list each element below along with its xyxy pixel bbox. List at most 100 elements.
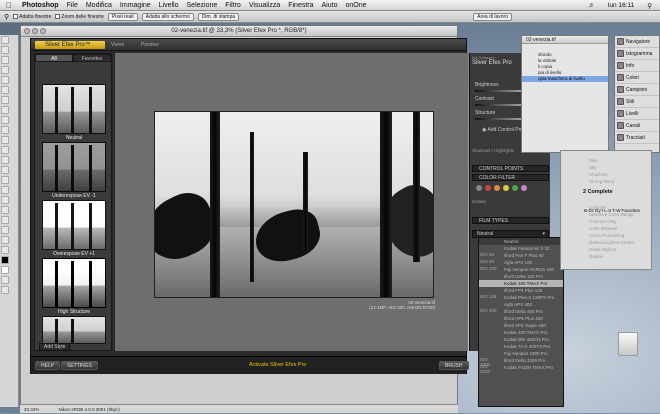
panel-styles[interactable]: Stili [615,96,659,108]
fit-windows-checkbox[interactable]: Adatta finestre [13,14,51,20]
panel-swatches[interactable]: Campioni [615,84,659,96]
healing-tool-icon[interactable] [1,96,9,104]
filter-pink-icon[interactable] [521,185,527,191]
list-item[interactable]: Kodak Panatomic X 32 [479,245,563,252]
layer-row-selected[interactable]: opia maschera di livello [522,76,608,82]
notes-tool-icon[interactable] [1,216,9,224]
filter-green-icon[interactable] [512,185,518,191]
tab-t-w[interactable]: T-W [612,208,620,215]
zoom-windows-checkbox[interactable]: Zoom delle finestre [55,14,104,20]
menu-select[interactable]: Selezione [183,2,222,9]
actual-pixels-button[interactable]: Pixel reali [107,12,138,21]
apple-icon[interactable]:  [0,1,18,10]
background-color-icon[interactable] [1,266,9,274]
panel-navigator[interactable]: Navigatore [615,36,659,48]
menu-layer[interactable]: Livello [155,2,183,9]
preview-label[interactable]: Preview [141,42,159,48]
volume-icon[interactable]: ♬ [584,2,599,9]
filter-neutral-icon[interactable] [476,185,482,191]
list-item[interactable]: Detail Stylizer [561,246,651,253]
foreground-color-icon[interactable] [1,256,9,264]
section-color-filter[interactable]: COLOR FILTER [472,174,549,181]
wand-tool-icon[interactable] [1,66,9,74]
menu-app[interactable]: Photoshop [18,2,63,9]
panel-info[interactable]: Info [615,60,659,72]
menu-window[interactable]: Finestra [284,2,317,9]
blur-tool-icon[interactable] [1,156,9,164]
screen-mode-icon[interactable] [1,286,9,294]
zoom-readout[interactable]: 33.33% [24,407,39,412]
menu-edit[interactable]: Modifica [82,2,116,9]
print-size-button[interactable]: Dim. di stampa [197,12,240,21]
add-style-button[interactable]: Add Style [39,343,71,351]
panel-channels[interactable]: Canali [615,120,659,132]
quick-mask-icon[interactable] [1,276,9,284]
section-control-points[interactable]: CONTROL POINTS [472,165,549,172]
eraser-tool-icon[interactable] [1,136,9,144]
tab-b-dc[interactable]: B-Dc [584,208,594,215]
close-window-icon[interactable] [24,28,30,34]
list-item[interactable]: Shadows [561,171,651,178]
activate-link[interactable]: Activate Silver Efex Pro [249,360,306,371]
move-tool-icon[interactable] [1,36,9,44]
views-label[interactable]: Views [111,42,124,48]
fit-screen-button[interactable]: Adatta allo schermo [141,12,194,21]
document-title-bar[interactable]: 02-venezia.tif @ 33,3% (Silver Efex Pro … [21,26,457,37]
dodge-tool-icon[interactable] [1,166,9,174]
preset-item-underexpose[interactable]: Underexpose EV -1 [42,142,106,199]
preview-image[interactable] [154,111,434,298]
workspace-button[interactable]: Area di lavoro [473,12,513,21]
section-film-types[interactable]: FILM TYPES [472,217,549,224]
list-item[interactable]: Skin [561,157,651,164]
preset-item-partial[interactable] [42,316,106,344]
list-item[interactable]: Darken/Lighten Center [561,239,651,246]
lasso-tool-icon[interactable] [1,56,9,64]
history-brush-icon[interactable] [1,126,9,134]
list-item[interactable]: Sky [561,164,651,171]
list-item[interactable]: Contrast Only [561,218,651,225]
menu-onone[interactable]: onOne [341,2,370,9]
zoom-tool-icon[interactable] [1,246,9,254]
list-item[interactable]: Neutral [479,238,563,245]
preset-item-high-structure[interactable]: High Structure [42,258,106,315]
menu-view[interactable]: Visualizza [245,2,284,9]
marquee-tool-icon[interactable] [1,46,9,54]
eyedropper-icon[interactable] [1,226,9,234]
filter-orange-icon[interactable] [494,185,500,191]
menu-filter[interactable]: Filtro [221,2,245,9]
hand-tool-icon[interactable] [1,236,9,244]
list-item[interactable]: Strong Neon [561,178,651,185]
shape-tool-icon[interactable] [1,206,9,214]
tab-all[interactable]: All [35,54,73,62]
filter-yellow-icon[interactable] [503,185,509,191]
menu-help[interactable]: Aiuto [318,2,342,9]
panel-layers[interactable]: Livelli [615,108,659,120]
list-item[interactable]: Color Balance [561,225,651,232]
panel-color[interactable]: Colori [615,72,659,84]
slice-tool-icon[interactable] [1,86,9,94]
preset-item-neutral[interactable]: Neutral [42,84,106,141]
tab-favorites[interactable]: Favorites [622,208,641,215]
tab-favorites[interactable]: Favorites [73,54,111,62]
settings-button[interactable]: SETTINGS [61,361,99,370]
filter-red-icon[interactable] [485,185,491,191]
stamp-tool-icon[interactable] [1,116,9,124]
help-button[interactable]: HELP [35,361,61,370]
brush-button[interactable]: BRUSH [439,361,469,370]
list-item[interactable]: Duplex [561,253,651,260]
tab-l-s[interactable]: L-S [604,208,611,215]
crop-tool-icon[interactable] [1,76,9,84]
panel-histogram[interactable]: Istogramma [615,48,659,60]
brush-tool-icon[interactable] [1,106,9,114]
menu-file[interactable]: File [63,2,82,9]
path-select-icon[interactable] [1,196,9,204]
hard-drive-icon[interactable] [618,332,638,356]
minimize-window-icon[interactable] [32,28,38,34]
zoom-tool-icon[interactable]: ⚲ [4,13,9,21]
gradient-tool-icon[interactable] [1,146,9,154]
menu-image[interactable]: Immagine [116,2,155,9]
tab-dy-i[interactable]: Dy-I [595,208,603,215]
clock[interactable]: lun 16:11 [604,2,638,9]
zoom-window-icon[interactable] [40,28,46,34]
spotlight-icon[interactable]: ⚲ [643,2,656,10]
